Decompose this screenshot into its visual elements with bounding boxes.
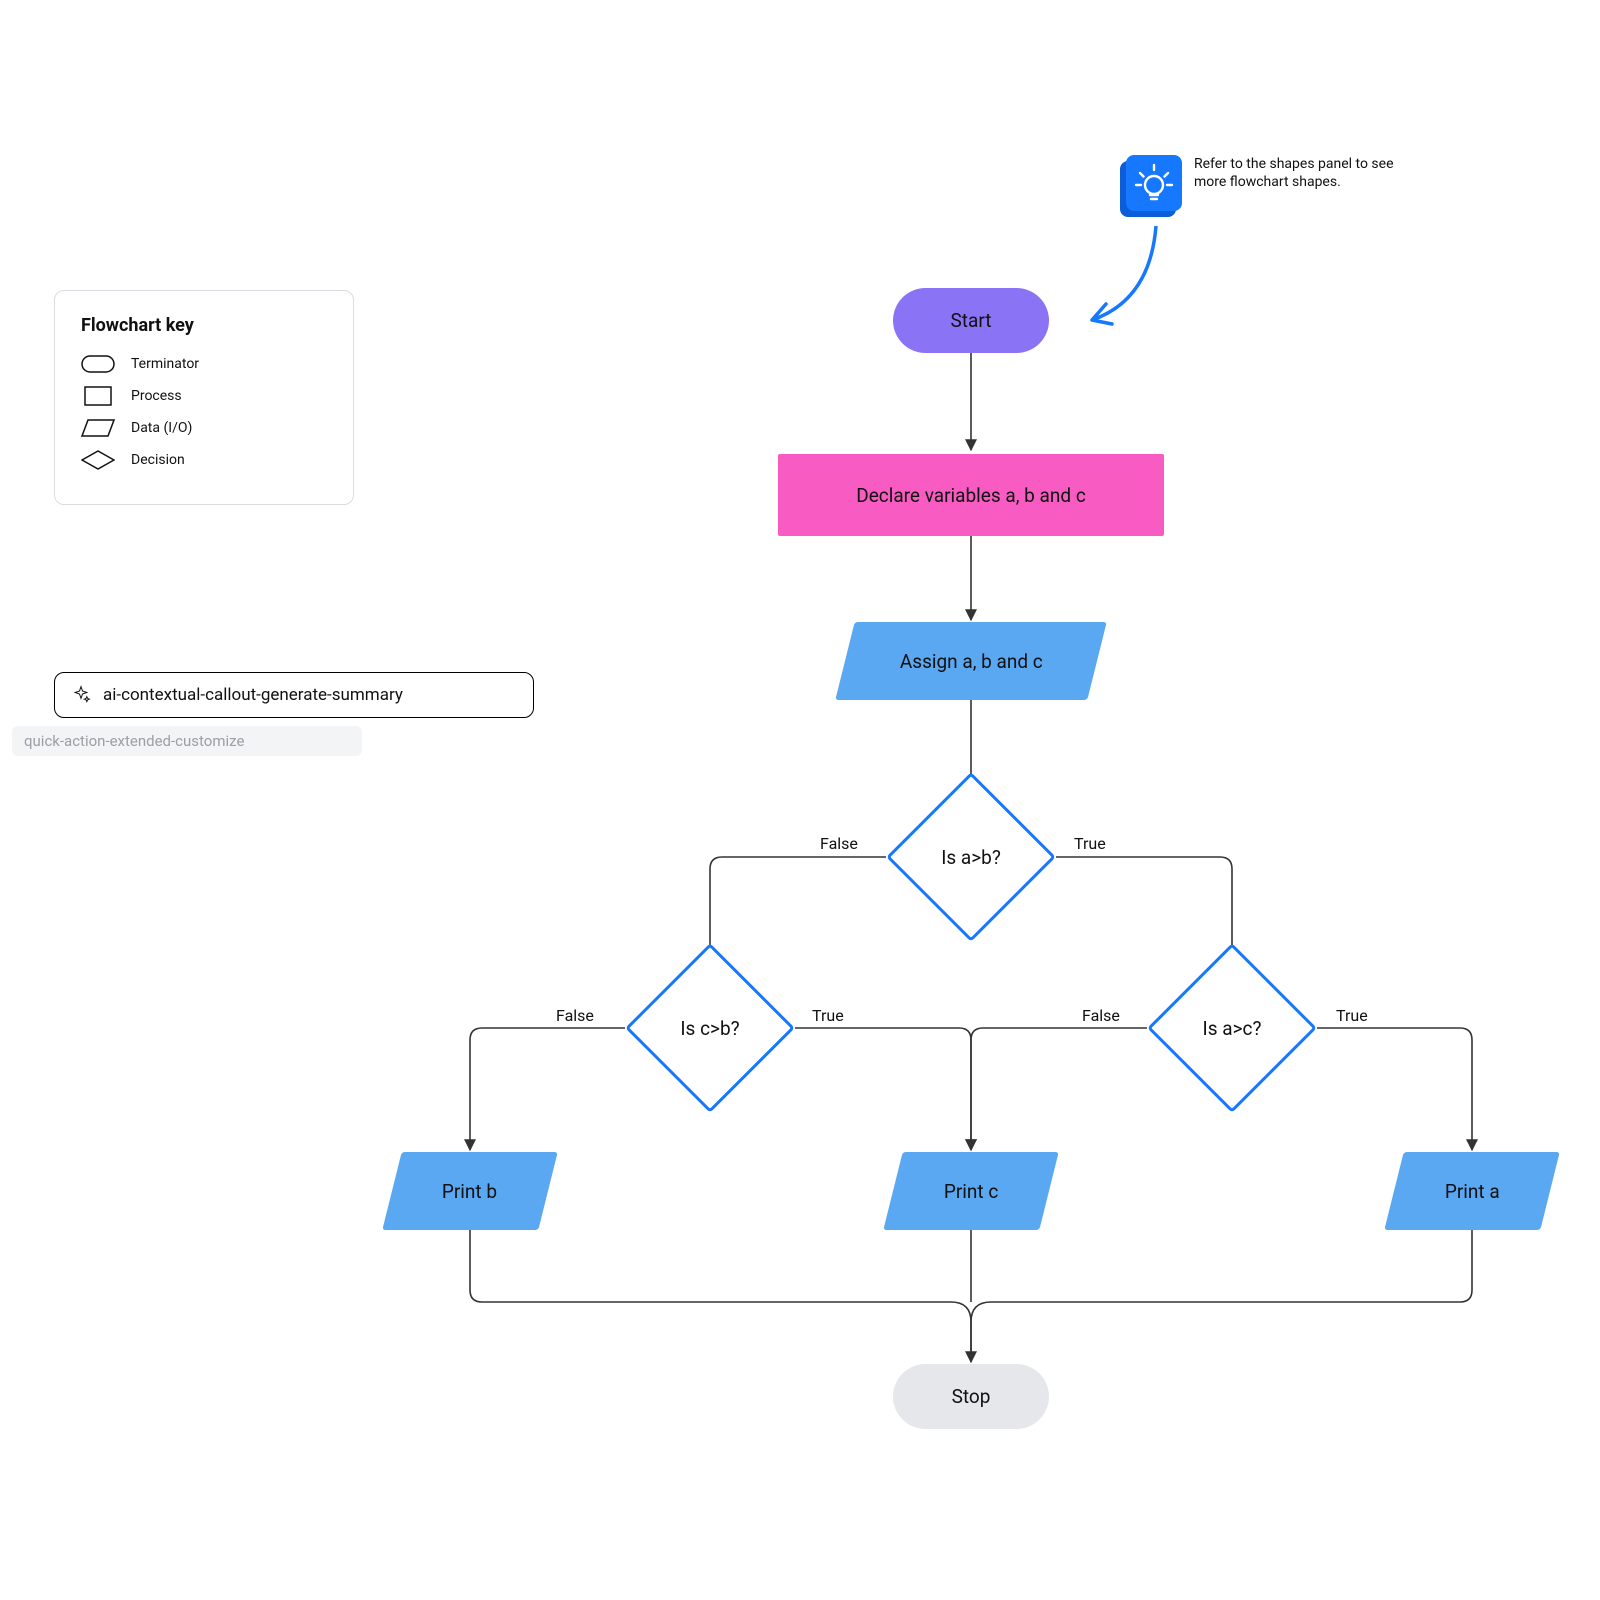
flowchart-connectors bbox=[0, 0, 1600, 1600]
node-start-label: Start bbox=[951, 309, 992, 332]
key-row-decision: Decision bbox=[81, 450, 327, 470]
key-label-terminator: Terminator bbox=[131, 356, 199, 372]
node-declare-label: Declare variables a, b and c bbox=[856, 484, 1086, 507]
key-row-terminator: Terminator bbox=[81, 354, 327, 374]
key-label-data: Data (I/O) bbox=[131, 420, 192, 436]
ai-chip-label: ai-contextual-callout-generate-summary bbox=[103, 685, 403, 705]
tip-text: Refer to the shapes panel to see more fl… bbox=[1194, 155, 1424, 191]
edge-ac-false: False bbox=[1082, 1006, 1120, 1025]
node-dec-cb-label: Is c>b? bbox=[680, 1017, 739, 1040]
key-label-decision: Decision bbox=[131, 452, 185, 468]
node-print-a-label: Print a bbox=[1445, 1180, 1500, 1203]
node-assign[interactable]: Assign a, b and c bbox=[845, 622, 1097, 700]
quick-action-pill[interactable]: quick-action-extended-customize bbox=[12, 726, 362, 756]
edge-ac-true: True bbox=[1336, 1006, 1368, 1025]
node-print-c[interactable]: Print c bbox=[893, 1152, 1049, 1230]
node-print-c-label: Print c bbox=[944, 1180, 998, 1203]
node-assign-label: Assign a, b and c bbox=[900, 650, 1043, 673]
edge-cb-true: True bbox=[812, 1006, 844, 1025]
node-dec-cb[interactable]: Is c>b? bbox=[650, 968, 770, 1088]
ai-contextual-callout[interactable]: ai-contextual-callout-generate-summary bbox=[54, 672, 534, 718]
flowchart-canvas[interactable]: Flowchart key Terminator Process Data (I… bbox=[0, 0, 1600, 1600]
quick-action-label: quick-action-extended-customize bbox=[24, 732, 244, 750]
key-row-data: Data (I/O) bbox=[81, 418, 327, 438]
key-label-process: Process bbox=[131, 388, 182, 404]
flowchart-key-title: Flowchart key bbox=[81, 315, 327, 336]
edge-ab-true: True bbox=[1074, 834, 1106, 853]
flowchart-key-panel: Flowchart key Terminator Process Data (I… bbox=[54, 290, 354, 505]
key-row-process: Process bbox=[81, 386, 327, 406]
edge-ab-false: False bbox=[820, 834, 858, 853]
node-declare[interactable]: Declare variables a, b and c bbox=[778, 454, 1164, 536]
node-dec-ab[interactable]: Is a>b? bbox=[911, 797, 1031, 917]
node-dec-ac[interactable]: Is a>c? bbox=[1172, 968, 1292, 1088]
node-stop[interactable]: Stop bbox=[893, 1364, 1049, 1429]
node-dec-ab-label: Is a>b? bbox=[941, 846, 1001, 869]
node-print-b[interactable]: Print b bbox=[392, 1152, 548, 1230]
node-print-b-label: Print b bbox=[442, 1180, 497, 1203]
tip-callout: Refer to the shapes panel to see more fl… bbox=[1126, 155, 1424, 211]
lightbulb-icon bbox=[1126, 155, 1182, 211]
node-stop-label: Stop bbox=[952, 1385, 991, 1408]
sparkle-icon bbox=[71, 685, 91, 705]
edge-cb-false: False bbox=[556, 1006, 594, 1025]
node-print-a[interactable]: Print a bbox=[1394, 1152, 1550, 1230]
node-start[interactable]: Start bbox=[893, 288, 1049, 353]
node-dec-ac-label: Is a>c? bbox=[1203, 1017, 1262, 1040]
